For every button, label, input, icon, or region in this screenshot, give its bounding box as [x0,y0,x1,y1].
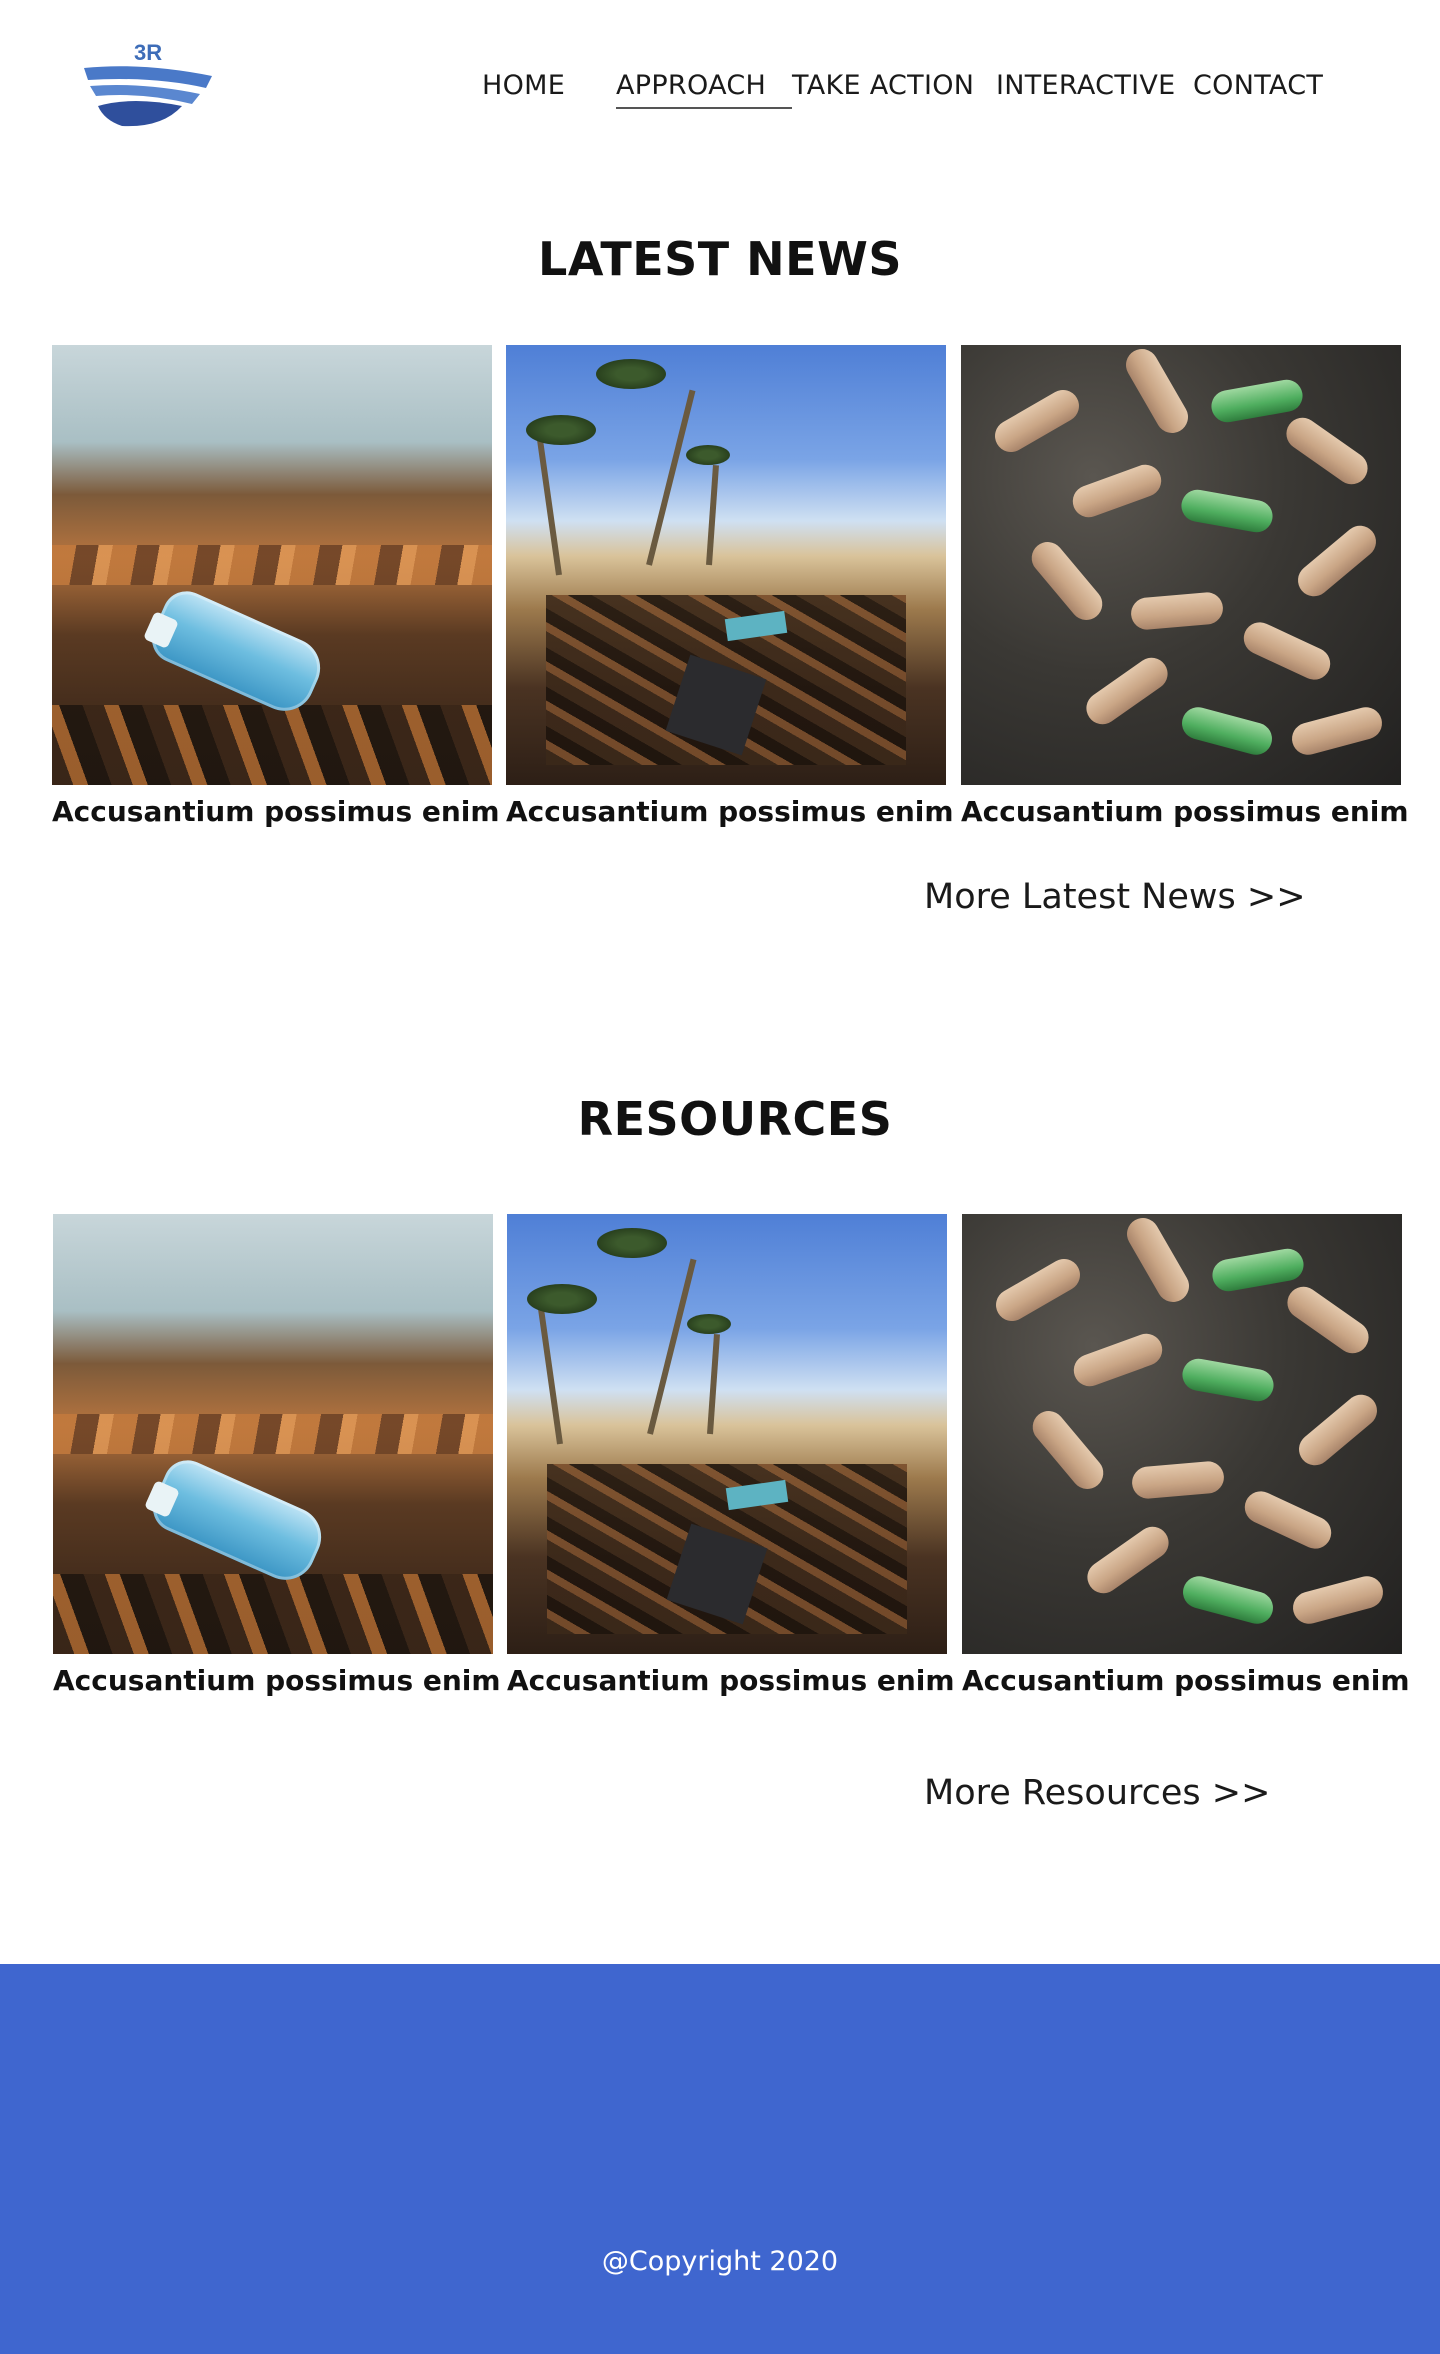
resource-card[interactable]: Accusantium possimus enim [53,1214,501,1697]
resources-title: RESOURCES [577,1092,893,1146]
copyright-text: @Copyright 2020 [601,2246,839,2277]
news-card-caption: Accusantium possimus enim [961,795,1409,828]
plastic-bottles-image [962,1214,1402,1654]
littered-beach-image [506,345,946,785]
more-resources-link[interactable]: More Resources >> [924,1773,1270,1813]
latest-news-title: LATEST NEWS [538,232,902,286]
resource-card[interactable]: Accusantium possimus enim [962,1214,1410,1697]
plastic-bottles-image [961,345,1401,785]
main-nav: HOME APPROACH TAKE ACTION INTERACTIVE CO… [0,70,1440,110]
nav-interactive[interactable]: INTERACTIVE [996,70,1176,101]
nav-approach[interactable]: APPROACH [616,70,793,109]
littered-beach-image [507,1214,947,1654]
news-card-caption: Accusantium possimus enim [506,795,954,828]
news-card[interactable]: Accusantium possimus enim [961,345,1409,828]
news-card[interactable]: Accusantium possimus enim [52,345,500,828]
nav-home[interactable]: HOME [482,70,565,101]
resource-card-caption: Accusantium possimus enim [507,1664,955,1697]
plastic-bottle-image [53,1214,493,1654]
site-footer: @Copyright 2020 [0,1964,1440,2354]
nav-take-action[interactable]: TAKE ACTION [792,70,974,101]
nav-contact[interactable]: CONTACT [1193,70,1323,101]
resource-card-caption: Accusantium possimus enim [962,1664,1410,1697]
site-header: 3R HOME APPROACH TAKE ACTION INTERACTIVE… [0,0,1440,140]
resource-card[interactable]: Accusantium possimus enim [507,1214,955,1697]
news-card[interactable]: Accusantium possimus enim [506,345,954,828]
more-latest-news-link[interactable]: More Latest News >> [924,877,1306,917]
plastic-bottle-image [52,345,492,785]
news-card-caption: Accusantium possimus enim [52,795,500,828]
resource-card-caption: Accusantium possimus enim [53,1664,501,1697]
